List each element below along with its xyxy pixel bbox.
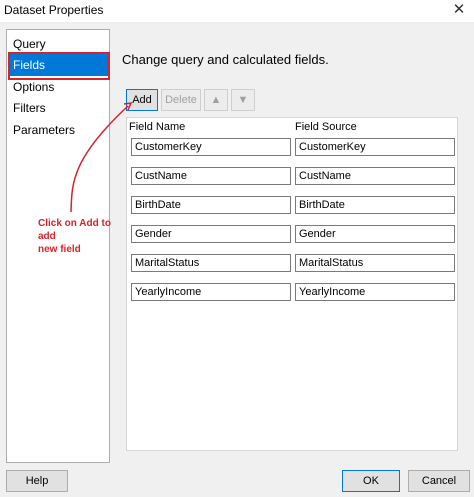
annotation-line: Click on Add to add bbox=[38, 218, 111, 242]
help-button[interactable]: Help bbox=[6, 470, 68, 492]
annotation-line: new field bbox=[38, 244, 81, 255]
field-source-input[interactable] bbox=[295, 167, 455, 185]
field-source-input[interactable] bbox=[295, 138, 455, 156]
field-name-input[interactable] bbox=[131, 225, 291, 243]
field-source-input[interactable] bbox=[295, 196, 455, 214]
main-content: Change query and calculated fields. Add … bbox=[116, 29, 468, 463]
field-name-input[interactable] bbox=[131, 254, 291, 272]
field-name-header: Field Name bbox=[129, 121, 186, 133]
window-title: Dataset Properties bbox=[4, 3, 104, 17]
fields-table: Field Name Field Source bbox=[126, 117, 458, 451]
field-source-input[interactable] bbox=[295, 283, 455, 301]
title-bar: Dataset Properties ✕ bbox=[0, 0, 474, 22]
arrow-down-icon: ▼ bbox=[237, 94, 249, 106]
field-source-input[interactable] bbox=[295, 225, 455, 243]
sidebar-item-parameters[interactable]: Parameters bbox=[8, 119, 108, 141]
cancel-button[interactable]: Cancel bbox=[408, 470, 470, 492]
sidebar-item-filters[interactable]: Filters bbox=[8, 97, 108, 119]
sidebar-item-label: Options bbox=[13, 80, 55, 94]
ok-button[interactable]: OK bbox=[342, 470, 400, 492]
delete-button[interactable]: Delete bbox=[161, 89, 201, 111]
sidebar-item-label: Parameters bbox=[13, 123, 76, 137]
sidebar-item-label: Filters bbox=[13, 101, 46, 115]
move-up-button[interactable]: ▲ bbox=[204, 89, 228, 111]
close-icon[interactable]: ✕ bbox=[444, 0, 474, 22]
field-source-input[interactable] bbox=[295, 254, 455, 272]
field-name-input[interactable] bbox=[131, 283, 291, 301]
annotation-text: Click on Add to add new field bbox=[38, 217, 130, 256]
add-button[interactable]: Add bbox=[126, 89, 158, 111]
field-name-input[interactable] bbox=[131, 138, 291, 156]
sidebar-item-label: Query bbox=[13, 37, 46, 51]
field-name-input[interactable] bbox=[131, 196, 291, 214]
page-heading: Change query and calculated fields. bbox=[122, 52, 329, 67]
move-down-button[interactable]: ▼ bbox=[231, 89, 255, 111]
field-source-header: Field Source bbox=[295, 121, 357, 133]
arrow-up-icon: ▲ bbox=[210, 94, 222, 106]
field-name-input[interactable] bbox=[131, 167, 291, 185]
fields-highlight-box bbox=[8, 52, 110, 80]
